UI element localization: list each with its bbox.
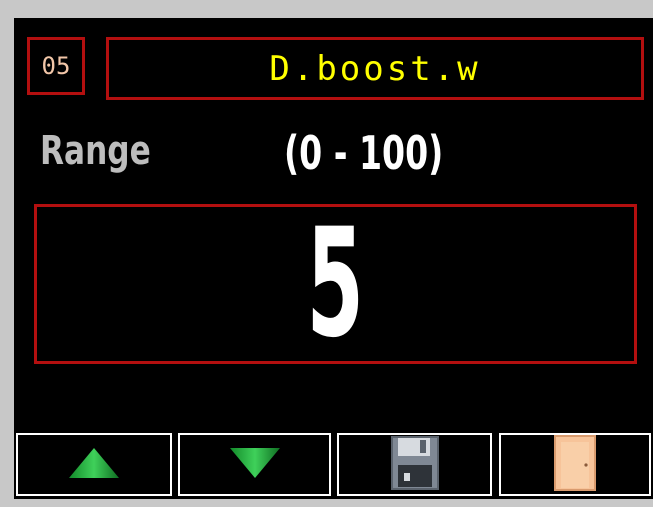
parameter-name-box: D.boost.w [106, 37, 644, 100]
increase-button[interactable] [16, 433, 172, 496]
down-triangle-icon [228, 446, 282, 484]
current-value: 5 [306, 197, 365, 371]
value-display[interactable]: 5 [34, 204, 637, 364]
range-label: Range [40, 128, 151, 174]
decrease-button[interactable] [178, 433, 331, 496]
parameter-index-box: 05 [27, 37, 85, 95]
parameter-name: D.boost.w [269, 48, 481, 89]
floppy-disk-icon [390, 435, 440, 495]
toolbar [14, 433, 653, 499]
exit-button[interactable] [499, 433, 651, 496]
parameter-edit-screen: 05 D.boost.w Range (0 - 100) 5 [14, 18, 653, 499]
range-value: (0 - 100) [284, 126, 444, 180]
parameter-index: 05 [41, 52, 71, 80]
door-icon [553, 434, 597, 496]
save-button[interactable] [337, 433, 492, 496]
up-triangle-icon [67, 446, 121, 484]
